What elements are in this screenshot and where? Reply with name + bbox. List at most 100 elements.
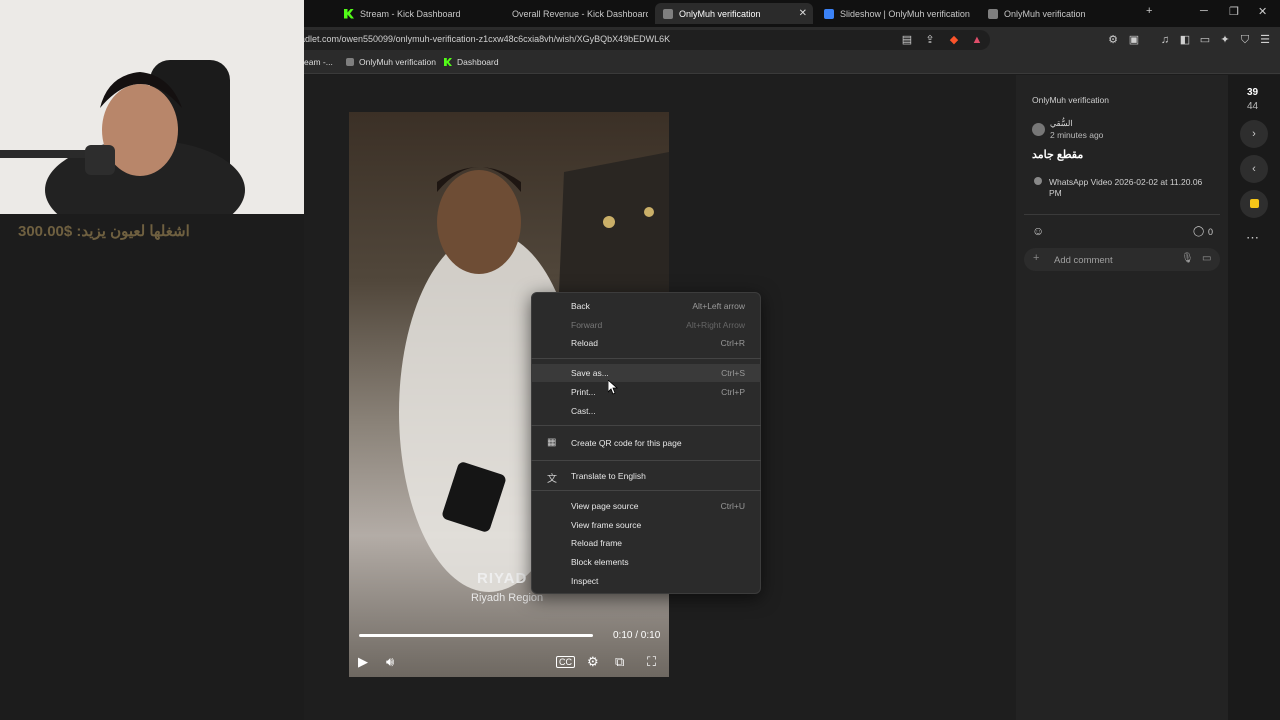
padlet-icon [663,8,673,19]
bookmark-label: OnlyMuh verification [359,57,437,67]
menu-item-reload[interactable]: Reload Ctrl+R [531,334,761,352]
tab-onlymuh-verification-2[interactable]: OnlyMuh verification [980,3,1130,24]
menu-label: Save as... [571,368,609,378]
avatar [1032,123,1045,136]
sidebar-toggle-icon[interactable]: ◧ [1178,33,1192,47]
post-author: السُّقي [1050,119,1073,128]
microphone-icon[interactable]: 🎙︎ [1181,253,1194,264]
menu-label: Back [571,301,590,311]
fullscreen-icon[interactable]: ⛶ [647,654,656,670]
menu-label: Forward [571,320,603,330]
menu-item-translate[interactable]: 文 Translate to English [531,467,761,485]
bookmark-label: Dashboard [457,57,499,67]
comment-icon: ◯ [1193,226,1205,237]
post-counter-current: 39 [1247,87,1259,98]
url-field[interactable]: adlet.com/owen550099/onlymuh-verificatio… [290,30,990,50]
picture-in-picture-icon[interactable]: ⧉ [615,654,624,670]
menu-item-qr-code[interactable]: ▦ Create QR code for this page [531,434,761,452]
menu-label: Print... [571,387,596,397]
menu-label: Create QR code for this page [571,438,682,448]
menu-shortcut: Alt+Right Arrow [686,320,745,330]
menu-shortcut: Ctrl+P [721,387,745,397]
menu-label: Inspect [571,576,599,586]
tab-label: Slideshow | OnlyMuh verification [840,8,970,19]
streamer-camera [0,0,304,214]
captions-icon[interactable]: CC [556,656,575,668]
menu-separator [531,425,761,426]
webcam-overlay [0,0,304,214]
menu-item-print[interactable]: Print... Ctrl+P [531,383,761,401]
post-counter-total: 44 [1247,101,1259,112]
tab-overall-revenue[interactable]: Overall Revenue - Kick Dashboard [498,3,648,24]
post-timestamp: 2 minutes ago [1050,130,1104,140]
menu-item-view-frame-source[interactable]: View frame source [531,516,761,534]
post-title: مقطع جامد [1032,149,1084,161]
bookmark-item[interactable]: Dashboard [444,57,499,67]
video-location-title: RIYAD [477,570,528,587]
bookmark-item[interactable]: eam -... [304,57,333,67]
comment-count: 0 [1208,227,1214,237]
menu-label: Reload [571,338,598,348]
padlet-icon [346,58,354,66]
plus-icon[interactable]: + [1033,252,1039,264]
tab-label: Stream - Kick Dashboard [360,8,461,19]
minimize-icon[interactable]: ─ [1200,5,1208,17]
video-location-subtitle: Riyadh Region [471,592,544,604]
donation-alert: اشغلها لعيون يزيد: $300.00 [18,223,190,240]
next-post-button[interactable]: › [1240,120,1268,148]
kick-icon [444,58,452,66]
reader-mode-icon[interactable]: ▤ [900,33,914,47]
menu-item-block-elements[interactable]: Block elements [531,553,761,571]
bookmark-item[interactable]: OnlyMuh verification [346,57,436,67]
menu-icon[interactable]: ☰ [1258,33,1272,47]
tab-onlymuh-verification-active[interactable]: OnlyMuh verification ✕ [655,3,813,24]
restore-icon[interactable]: ❐ [1229,5,1239,18]
media-icon[interactable]: ♫ [1158,33,1172,47]
menu-item-view-page-source[interactable]: View page source Ctrl+U [531,497,761,515]
tab-label: OnlyMuh verification [679,8,761,19]
video-time: 0:10 / 0:10 [613,630,661,641]
video-progress-bar[interactable] [359,634,593,637]
menu-separator [531,460,761,461]
brave-shields-icon[interactable]: ◆ [947,33,961,47]
menu-item-reload-frame[interactable]: Reload frame [531,534,761,552]
menu-label: View page source [571,501,639,511]
share-icon[interactable]: ⇪ [923,33,937,47]
tab-label: OnlyMuh verification [1004,8,1086,19]
play-icon[interactable]: ▶ [358,654,368,670]
add-reaction-icon[interactable]: ☺ [1032,224,1044,238]
tab-slideshow[interactable]: Slideshow | OnlyMuh verification [816,3,976,24]
menu-label: Reload frame [571,538,623,548]
close-window-icon[interactable]: ✕ [1258,5,1267,18]
sticky-note-button[interactable] [1240,190,1268,218]
menu-item-forward: Forward Alt+Right Arrow [531,316,761,334]
extensions-icon[interactable]: ⚙ [1106,33,1120,47]
close-tab-icon[interactable]: ✕ [799,8,807,19]
previous-post-button[interactable]: ‹ [1240,155,1268,183]
vpn-icon[interactable]: ⛉ [1238,33,1252,47]
wallet-icon[interactable]: ▭ [1198,33,1212,47]
menu-item-inspect[interactable]: Inspect [531,572,761,590]
tab-label: Overall Revenue - Kick Dashboard [512,8,648,19]
menu-shortcut: Alt+Left arrow [692,301,745,311]
menu-item-save-as[interactable]: Save as... Ctrl+S [531,364,761,382]
more-options-icon[interactable]: ⋯ [1246,230,1259,246]
sticky-note-icon [1249,199,1259,208]
menu-label: Translate to English [571,471,646,481]
video-record-icon[interactable]: ▭ [1202,253,1211,264]
menu-label: Cast... [571,406,596,416]
menu-item-back[interactable]: Back Alt+Left arrow [531,297,761,315]
screenshot-icon[interactable]: ▣ [1127,33,1141,47]
menu-separator [531,358,761,359]
board-title: OnlyMuh verification [1032,95,1110,105]
volume-icon[interactable]: 🔊︎ [386,654,394,670]
brave-rewards-icon[interactable]: ▲ [970,33,984,47]
menu-shortcut: Ctrl+S [721,368,745,378]
tab-stream-dashboard[interactable]: Stream - Kick Dashboard [336,3,486,24]
attachment-name[interactable]: WhatsApp Video 2026-02-02 at 11.20.06 PM [1049,177,1209,199]
settings-icon[interactable]: ⚙ [587,654,599,670]
leo-ai-icon[interactable]: ✦ [1218,33,1232,47]
new-tab-icon[interactable]: + [1146,5,1152,17]
menu-item-cast[interactable]: Cast... [531,402,761,420]
menu-shortcut: Ctrl+R [720,338,745,348]
